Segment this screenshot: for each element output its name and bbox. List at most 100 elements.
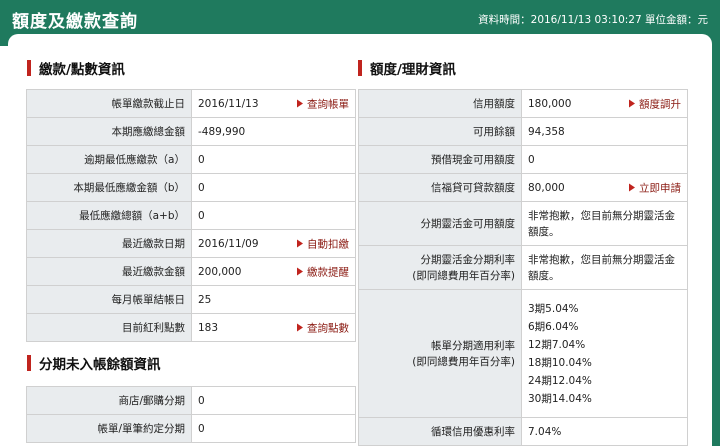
installment-row-label: 帳單/單筆約定分期 — [26, 414, 192, 443]
payment-row-value: -489,990 — [198, 125, 246, 138]
payment-row-cell: 0 — [191, 201, 356, 230]
payment-title-text: 繳款/點數資訊 — [39, 62, 125, 78]
payment-row-value: 183 — [198, 321, 219, 334]
arrow-right-icon — [629, 99, 635, 108]
payment-row-value: 2016/11/09 — [198, 237, 259, 250]
table-row: 商店/郵購分期 0 — [26, 386, 356, 415]
arrow-right-icon — [297, 323, 303, 332]
table-row: 最近繳款金額 200,000 繳款提醒 — [26, 257, 356, 286]
table-row: 最近繳款日期 2016/11/09 自動扣繳 — [26, 229, 356, 258]
payment-action-link[interactable]: 查詢點數 — [297, 320, 349, 335]
payment-action-link-text: 自動扣繳 — [307, 238, 349, 250]
raise-limit-link[interactable]: 額度調升 — [629, 96, 681, 111]
bill-rate-label-line1: 帳單分期適用利率 — [431, 339, 515, 352]
installment-section-title: 分期未入帳餘額資訊 — [27, 353, 161, 373]
quick-cash-value: 非常抱歉，您目前無分期靈活金額度。 — [521, 201, 688, 246]
credit-section-title: 額度/理財資訊 — [358, 58, 456, 78]
arrow-right-icon — [297, 239, 303, 248]
table-row: 分期靈活金分期利率 (即同總費用年百分率) 非常抱歉，您目前無分期靈活金額度。 — [358, 245, 688, 290]
apply-now-link[interactable]: 立即申請 — [629, 180, 681, 195]
payment-action-link-text: 查詢點數 — [307, 322, 349, 334]
table-row: 每月帳單結帳日 25 — [26, 285, 356, 314]
payment-action-link[interactable]: 自動扣繳 — [297, 236, 349, 251]
table-row: 分期靈活金可用額度 非常抱歉，您目前無分期靈活金額度。 — [358, 201, 688, 246]
installment-row-value: 0 — [191, 414, 356, 443]
apply-now-link-text: 立即申請 — [639, 182, 681, 194]
payment-row-label: 本期應繳總金額 — [26, 117, 192, 146]
quick-cash-rate-label-line2: (即同總費用年百分率) — [412, 269, 515, 282]
payment-row-value: 0 — [198, 153, 205, 166]
revolving-rate-value: 7.04% — [521, 417, 688, 446]
section-marker — [358, 60, 362, 76]
payment-action-link-text: 繳款提醒 — [307, 266, 349, 278]
installment-row-value: 0 — [191, 386, 356, 415]
rate-item: 6期6.04% — [528, 320, 579, 333]
arrow-right-icon — [297, 267, 303, 276]
page-header: 額度及繳款查詢 資料時間：2016/11/13 03:10:27 單位金額：元 — [0, 0, 720, 38]
bill-rate-label-line2: (即同總費用年百分率) — [412, 355, 515, 368]
table-row: 可用餘額 94,358 — [358, 117, 688, 146]
section-marker — [27, 355, 31, 371]
installment-table: 商店/郵購分期 0 帳單/單筆約定分期 0 — [26, 386, 356, 443]
quick-cash-label: 分期靈活金可用額度 — [358, 201, 522, 246]
payment-row-label: 每月帳單結帳日 — [26, 285, 192, 314]
quick-cash-rate-label-line1: 分期靈活金分期利率 — [420, 253, 516, 266]
credit-limit-value: 180,000 — [528, 97, 572, 110]
cash-advance-value: 0 — [521, 145, 688, 174]
quick-cash-rate-value: 非常抱歉，您目前無分期靈活金額度。 — [521, 245, 688, 290]
loan-limit-label: 信福貸可貸款額度 — [358, 173, 522, 202]
table-row: 帳單繳款截止日 2016/11/13 查詢帳單 — [26, 89, 356, 118]
rate-item: 18期10.04% — [528, 356, 592, 369]
payment-row-label: 逾期最低應繳款（a） — [26, 145, 192, 174]
payment-row-cell: 200,000 繳款提醒 — [191, 257, 356, 286]
arrow-right-icon — [629, 183, 635, 192]
payment-row-label: 最低應繳總額（a+b） — [26, 201, 192, 230]
table-row: 信用額度 180,000 額度調升 — [358, 89, 688, 118]
table-row: 目前紅利點數 183 查詢點數 — [26, 313, 356, 342]
payment-action-link[interactable]: 查詢帳單 — [297, 96, 349, 111]
raise-limit-link-text: 額度調升 — [639, 98, 681, 110]
table-row: 帳單分期適用利率 (即同總費用年百分率) 3期5.04% 6期6.04% 12期… — [358, 289, 688, 418]
table-row: 循環信用優惠利率 7.04% — [358, 417, 688, 446]
table-row: 逾期最低應繳款（a） 0 — [26, 145, 356, 174]
table-row: 帳單/單筆約定分期 0 — [26, 414, 356, 443]
payment-row-cell: -489,990 — [191, 117, 356, 146]
available-balance-value: 94,358 — [521, 117, 688, 146]
payment-row-cell: 25 — [191, 285, 356, 314]
rate-item: 3期5.04% — [528, 302, 579, 315]
page-title: 額度及繳款查詢 — [12, 11, 138, 32]
payment-row-cell: 183 查詢點數 — [191, 313, 356, 342]
quick-cash-rate-label: 分期靈活金分期利率 (即同總費用年百分率) — [358, 245, 522, 290]
credit-table: 信用額度 180,000 額度調升 可用餘額 94,358 預借現金可用額度 0… — [358, 89, 688, 446]
revolving-rate-label: 循環信用優惠利率 — [358, 417, 522, 446]
payment-action-link[interactable]: 繳款提醒 — [297, 264, 349, 279]
rate-item: 30期14.04% — [528, 392, 592, 405]
payment-row-value: 200,000 — [198, 265, 242, 278]
table-row: 信福貸可貸款額度 80,000 立即申請 — [358, 173, 688, 202]
credit-title-text: 額度/理財資訊 — [370, 62, 456, 78]
rate-item: 12期7.04% — [528, 338, 586, 351]
payment-row-value: 25 — [198, 293, 212, 306]
payment-row-value: 0 — [198, 181, 205, 194]
bill-installment-rate-label: 帳單分期適用利率 (即同總費用年百分率) — [358, 289, 522, 418]
payment-row-cell: 0 — [191, 173, 356, 202]
rate-item: 24期12.04% — [528, 374, 592, 387]
payment-row-label: 最近繳款金額 — [26, 257, 192, 286]
payment-section-title: 繳款/點數資訊 — [27, 58, 125, 78]
payment-row-cell: 0 — [191, 145, 356, 174]
payment-row-label: 最近繳款日期 — [26, 229, 192, 258]
payment-row-label: 帳單繳款截止日 — [26, 89, 192, 118]
installment-title-text: 分期未入帳餘額資訊 — [39, 357, 161, 373]
arrow-right-icon — [297, 99, 303, 108]
loan-limit-cell: 80,000 立即申請 — [521, 173, 688, 202]
payment-row-label: 本期最低應繳金額（b） — [26, 173, 192, 202]
table-row: 最低應繳總額（a+b） 0 — [26, 201, 356, 230]
table-row: 預借現金可用額度 0 — [358, 145, 688, 174]
table-row: 本期應繳總金額 -489,990 — [26, 117, 356, 146]
payment-row-value: 2016/11/13 — [198, 97, 259, 110]
loan-limit-value: 80,000 — [528, 181, 565, 194]
payment-row-cell: 2016/11/13 查詢帳單 — [191, 89, 356, 118]
payment-table: 帳單繳款截止日 2016/11/13 查詢帳單本期應繳總金額 -489,990 逾期最低… — [26, 89, 356, 342]
available-balance-label: 可用餘額 — [358, 117, 522, 146]
payment-row-cell: 2016/11/09 自動扣繳 — [191, 229, 356, 258]
